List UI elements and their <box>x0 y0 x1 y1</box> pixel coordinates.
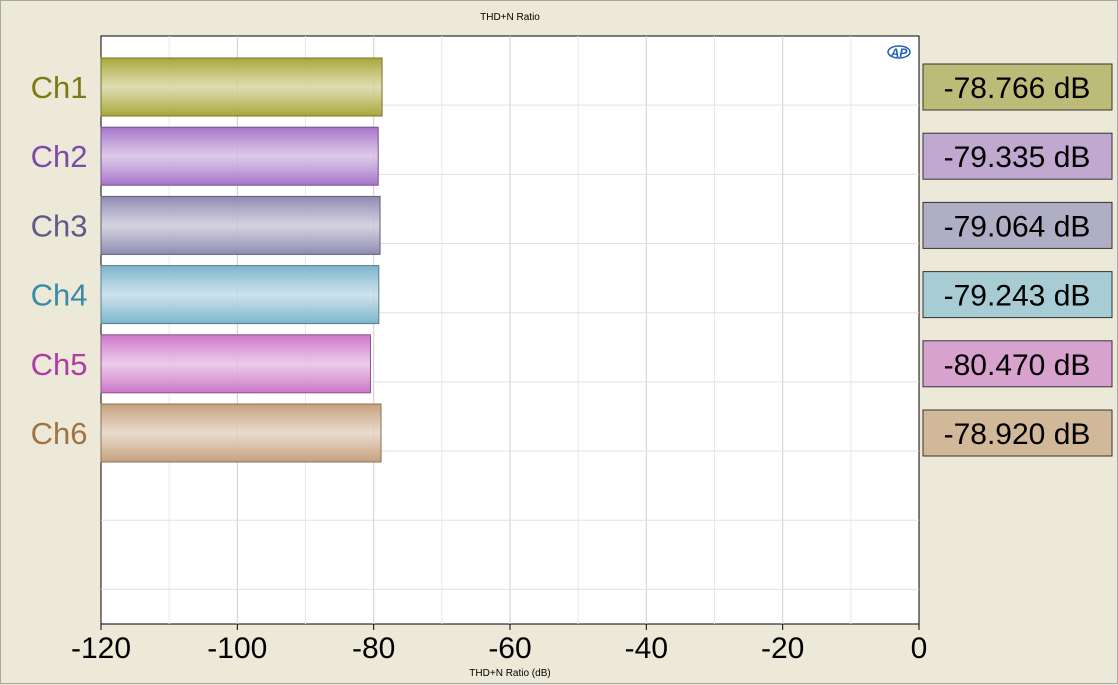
bar-ch3 <box>100 195 381 255</box>
value-label: -78.920 dB <box>944 418 1091 451</box>
thdn-bar-chart: -120 -100 -80 -60 -40 -20 0 Ch1 Ch2 Ch3 Ch4 Ch5 Ch6… <box>31 35 1113 665</box>
category-label: Ch3 <box>31 208 88 243</box>
value-label: -80.470 dB <box>944 349 1091 382</box>
bar-ch5 <box>100 334 371 394</box>
x-tick-label: -120 <box>71 632 131 665</box>
value-label: -79.243 dB <box>944 280 1091 313</box>
value-label: -78.766 dB <box>944 72 1091 105</box>
x-tick-label: -40 <box>625 632 668 665</box>
category-label: Ch1 <box>31 70 88 105</box>
bar-ch4 <box>100 265 380 325</box>
category-label: Ch5 <box>31 347 88 382</box>
x-ticks: -120 -100 -80 -60 -40 -20 0 <box>71 624 927 665</box>
category-label: Ch6 <box>31 416 88 451</box>
x-tick-label: 0 <box>911 632 928 665</box>
value-label: -79.335 dB <box>944 141 1091 174</box>
bar-ch1 <box>100 57 383 117</box>
bar-ch2 <box>100 126 379 186</box>
category-label: Ch4 <box>31 278 88 313</box>
ap-logo-icon: AP <box>887 45 911 60</box>
value-label: -79.064 dB <box>944 210 1091 243</box>
chart-window: THD+N Ratio -120 -100 -80 -60 -40 -20 0 Ch1 Ch2… <box>0 0 1118 684</box>
x-tick-label: -20 <box>761 632 804 665</box>
category-label: Ch2 <box>31 139 88 174</box>
x-tick-label: -100 <box>207 632 267 665</box>
x-tick-label: -80 <box>352 632 395 665</box>
category-labels: Ch1 Ch2 Ch3 Ch4 Ch5 Ch6 <box>31 70 88 451</box>
ap-logo-text: AP <box>890 46 909 60</box>
value-labels: -78.766 dB -79.335 dB -79.064 dB -79.243 dB… <box>922 63 1113 457</box>
bar-ch6 <box>100 403 382 463</box>
x-axis-title: THD+N Ratio (dB) <box>469 668 551 679</box>
x-tick-label: -60 <box>488 632 531 665</box>
